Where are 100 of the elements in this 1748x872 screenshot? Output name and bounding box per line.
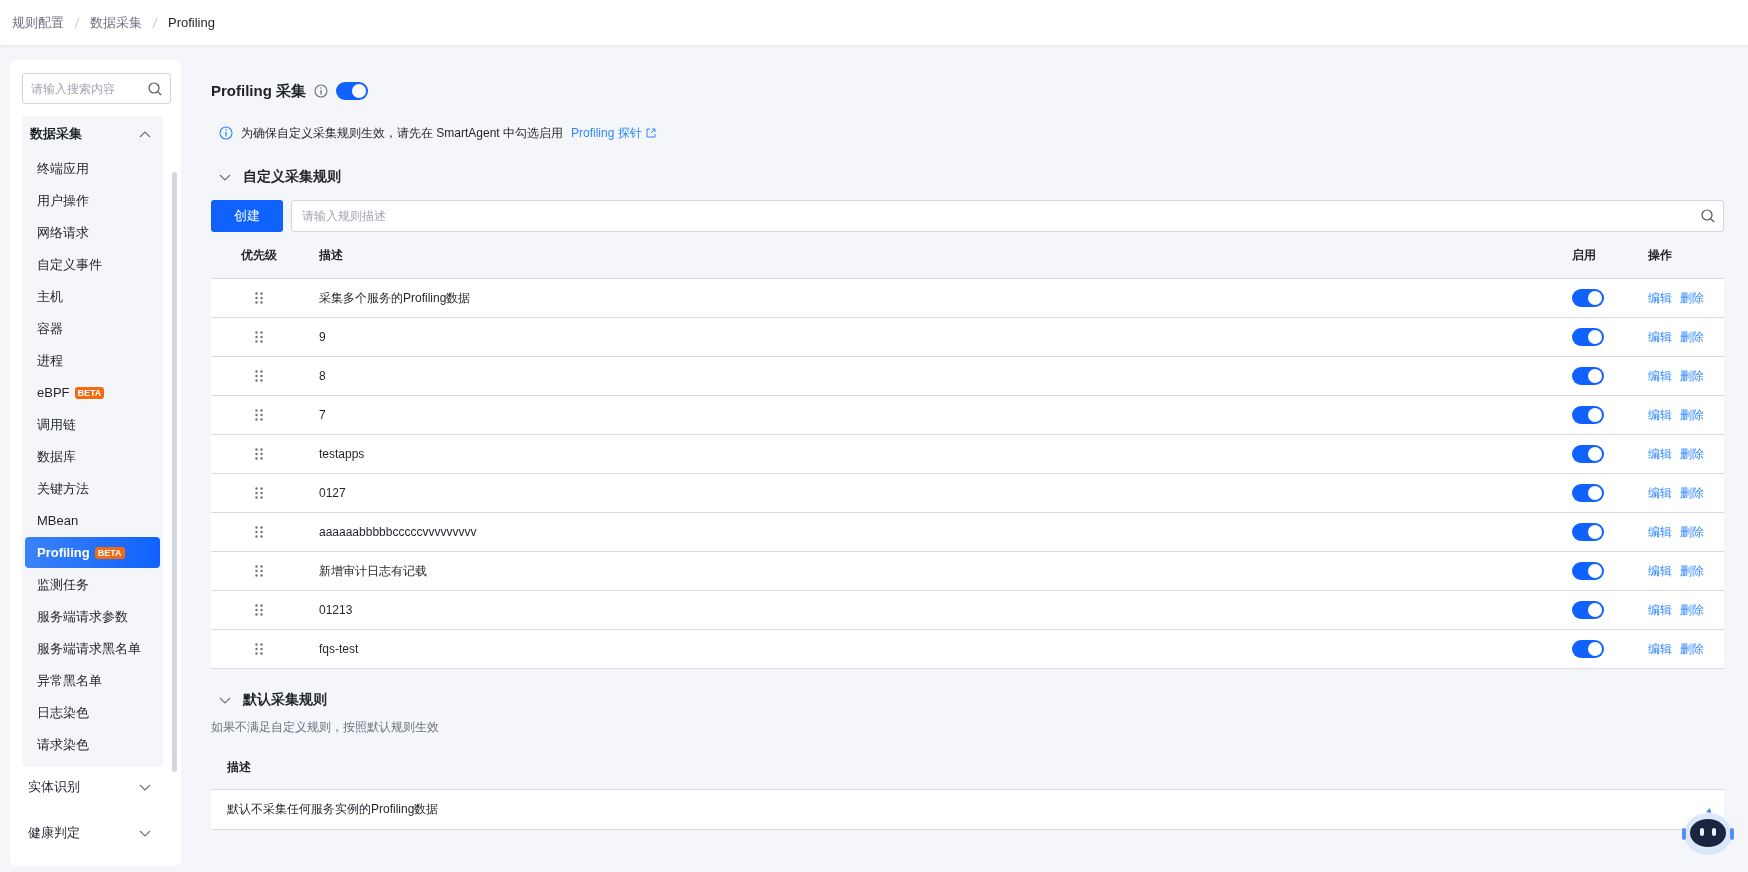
chevron-down-icon	[139, 829, 151, 837]
toggle-switch[interactable]	[1572, 601, 1604, 619]
search-field[interactable]: 请输入搜索内容	[22, 73, 171, 104]
beta-badge: BETA	[74, 386, 105, 399]
sidebar-item[interactable]: 请求染色	[25, 729, 160, 760]
chevron-down-icon	[219, 696, 231, 704]
drag-handle-icon[interactable]	[255, 604, 263, 616]
drag-handle-icon[interactable]	[255, 292, 263, 304]
create-button[interactable]: 创建	[211, 200, 283, 232]
info-icon	[314, 84, 328, 98]
external-link-icon	[645, 128, 656, 138]
drag-handle-icon[interactable]	[255, 370, 263, 382]
drag-handle-icon[interactable]	[255, 565, 263, 577]
beta-badge: BETA	[94, 546, 125, 559]
menu-group-header[interactable]: 实体识别	[22, 767, 163, 807]
edit-link[interactable]: 编辑	[1648, 523, 1672, 541]
sidebar-item[interactable]: 进程	[25, 345, 160, 376]
delete-link[interactable]: 删除	[1680, 445, 1704, 463]
toggle-switch[interactable]	[1572, 367, 1604, 385]
delete-link[interactable]: 删除	[1680, 562, 1704, 580]
edit-link[interactable]: 编辑	[1648, 601, 1672, 619]
search-icon[interactable]	[1701, 209, 1715, 223]
edit-link[interactable]: 编辑	[1648, 445, 1672, 463]
table-cell-text: 7	[318, 408, 327, 422]
toggle-switch[interactable]	[1572, 289, 1604, 307]
breadcrumb-item[interactable]: 规则配置	[12, 13, 64, 32]
sidebar-item[interactable]: MBean	[25, 505, 160, 536]
edit-link[interactable]: 编辑	[1648, 406, 1672, 424]
search-icon[interactable]	[148, 81, 162, 96]
delete-link[interactable]: 删除	[1680, 406, 1704, 424]
drag-handle-icon[interactable]	[255, 643, 263, 655]
drag-handle-icon[interactable]	[255, 448, 263, 460]
drag-handle-icon[interactable]	[255, 487, 263, 499]
delete-link[interactable]: 删除	[1680, 484, 1704, 502]
chevron-down-icon	[139, 783, 151, 791]
table-cell-text: 0127	[318, 486, 347, 500]
table-cell-text: 新增审计日志有记载	[318, 562, 428, 580]
sidebar-item[interactable]: eBPF BETA	[25, 377, 160, 408]
sidebar-item[interactable]: 监测任务	[25, 569, 160, 600]
toggle-switch[interactable]	[1572, 406, 1604, 424]
column-header: 优先级	[239, 246, 278, 264]
delete-link[interactable]: 删除	[1680, 601, 1704, 619]
page-title: Profiling 采集	[211, 81, 306, 101]
delete-link[interactable]: 删除	[1680, 328, 1704, 346]
table-cell-text: fqs-test	[318, 642, 360, 656]
toggle-switch[interactable]	[336, 82, 368, 100]
delete-link[interactable]: 删除	[1680, 289, 1704, 307]
toggle-switch[interactable]	[1572, 640, 1604, 658]
table-cell-text: aaaaaabbbbbcccccvvvvvvvvv	[318, 525, 478, 539]
probe-link[interactable]: Profiling 探针	[571, 124, 656, 142]
table-cell-text: 9	[318, 330, 327, 344]
sidebar-item[interactable]: 容器	[25, 313, 160, 344]
table-cell-text: 采集多个服务的Profiling数据	[318, 289, 472, 307]
toggle-switch[interactable]	[1572, 562, 1604, 580]
edit-link[interactable]: 编辑	[1648, 640, 1672, 658]
column-header: 操作	[1647, 246, 1673, 264]
sidebar-item[interactable]: Profiling BETA	[25, 537, 160, 568]
toggle-switch[interactable]	[1572, 484, 1604, 502]
toggle-switch[interactable]	[1572, 445, 1604, 463]
delete-link[interactable]: 删除	[1680, 367, 1704, 385]
sidebar-item[interactable]: 自定义事件	[25, 249, 160, 280]
sidebar-item[interactable]: 关键方法	[25, 473, 160, 504]
table-cell-text: 01213	[318, 603, 354, 617]
toggle-switch[interactable]	[1572, 523, 1604, 541]
section-header[interactable]: 默认采集规则	[219, 685, 1724, 715]
sidebar-item[interactable]: 异常黑名单	[25, 665, 160, 696]
delete-link[interactable]: 删除	[1680, 640, 1704, 658]
section-header[interactable]: 自定义采集规则	[219, 162, 1724, 192]
notice-text: 为确保自定义采集规则生效，请先在 SmartAgent 中勾选启用	[241, 124, 564, 142]
breadcrumb-item: Profiling	[168, 15, 215, 30]
sidebar-item[interactable]: 终端应用	[25, 153, 160, 184]
table-cell-text: 8	[318, 369, 327, 383]
sidebar-item[interactable]: 用户操作	[25, 185, 160, 216]
drag-handle-icon[interactable]	[255, 526, 263, 538]
edit-link[interactable]: 编辑	[1648, 367, 1672, 385]
chevron-down-icon	[219, 173, 231, 181]
table-cell: 默认不采集任何服务实例的Profiling数据	[211, 790, 1724, 830]
chevron-up-icon	[139, 130, 151, 138]
edit-link[interactable]: 编辑	[1648, 484, 1672, 502]
breadcrumb-item[interactable]: 数据采集	[90, 13, 142, 32]
edit-link[interactable]: 编辑	[1648, 328, 1672, 346]
edit-link[interactable]: 编辑	[1648, 289, 1672, 307]
delete-link[interactable]: 删除	[1680, 523, 1704, 541]
menu-group-header[interactable]: 数据采集	[22, 116, 163, 152]
sidebar-item[interactable]: 调用链	[25, 409, 160, 440]
sidebar-item[interactable]: 数据库	[25, 441, 160, 472]
sidebar-item[interactable]: 网络请求	[25, 217, 160, 248]
menu-group-header[interactable]: 健康判定	[22, 813, 163, 853]
sidebar-item[interactable]: 服务端请求参数	[25, 601, 160, 632]
sidebar-item[interactable]: 主机	[25, 281, 160, 312]
edit-link[interactable]: 编辑	[1648, 562, 1672, 580]
toggle-switch[interactable]	[1572, 328, 1604, 346]
column-header: 启用	[1571, 246, 1597, 264]
hint-text: 如果不满足自定义规则，按照默认规则生效	[211, 719, 440, 736]
drag-handle-icon[interactable]	[255, 409, 263, 421]
drag-handle-icon[interactable]	[255, 331, 263, 343]
sidebar-item[interactable]: 服务端请求黑名单	[25, 633, 160, 664]
search-field[interactable]: 请输入规则描述	[291, 200, 1724, 232]
sidebar-item[interactable]: 日志染色	[25, 697, 160, 728]
slash-separator-icon	[74, 16, 80, 29]
